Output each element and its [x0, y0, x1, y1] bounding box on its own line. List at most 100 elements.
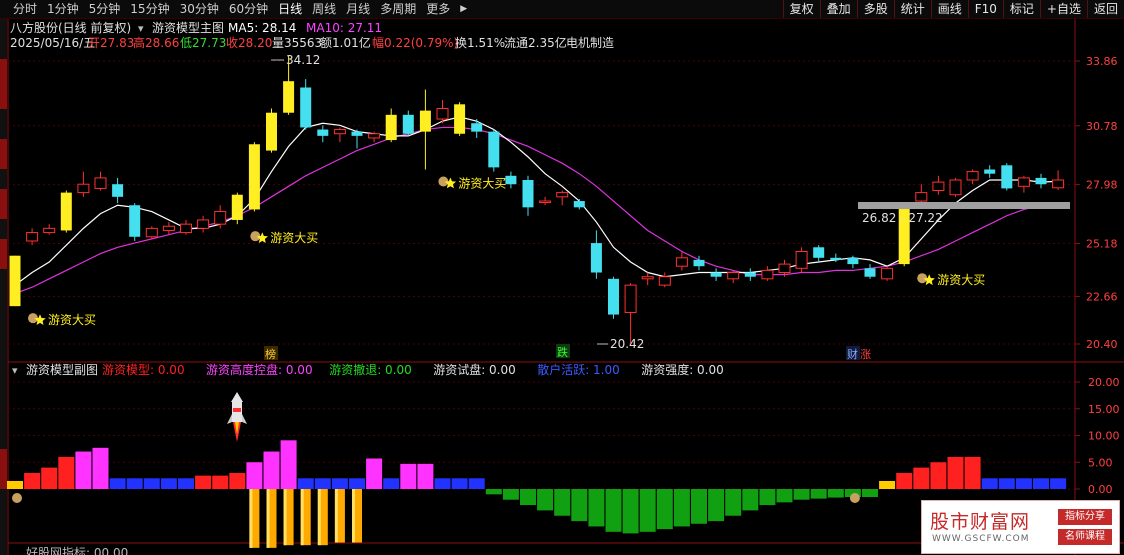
sub-legend-item-3: 游资试盘: 0.00: [433, 362, 516, 377]
candle-body: [710, 272, 722, 277]
sub-bar: [229, 472, 246, 489]
candle-body: [248, 144, 260, 210]
candle-body: [864, 268, 876, 277]
info-high: 高28.66: [133, 35, 179, 50]
orange-bar-highlight: [317, 489, 321, 546]
candles: [9, 55, 1065, 344]
candle-body: [333, 129, 346, 135]
candle-body: [1001, 165, 1013, 189]
main-indicator-name[interactable]: 游资模型主图: [152, 21, 224, 35]
candle-body: [43, 227, 56, 234]
sub-bar: [520, 489, 536, 506]
sub-bar: [622, 489, 639, 534]
money-bag-icon: [849, 493, 860, 503]
sub-tick-label: 10.00: [1088, 430, 1120, 443]
candle-body: [1052, 179, 1065, 189]
sub-bar: [708, 489, 725, 522]
buy-signal-label: 游资大买: [270, 231, 318, 245]
buy-signal-label: 游资大买: [48, 313, 96, 327]
buy-signal-label: 游资大买: [937, 273, 985, 287]
candle-body: [984, 169, 996, 174]
candle-body: [693, 259, 705, 267]
sub-bar: [400, 463, 417, 489]
sub-bar: [827, 489, 844, 498]
info-low: 低27.73: [180, 36, 226, 50]
candle-body: [317, 129, 329, 136]
sub-bar: [537, 489, 554, 511]
stock-title: 八方股份(日线 前复权): [10, 20, 131, 35]
event-bang[interactable]: 榜: [265, 347, 276, 361]
info-turnover: 换1.51%: [455, 36, 505, 50]
price-tick-label: 25.18: [1086, 237, 1118, 250]
candle-body: [180, 223, 192, 234]
sub-bar: [246, 462, 263, 489]
candle-body: [77, 183, 90, 194]
resistance-band: [858, 202, 1070, 209]
sub-legend-item-1: 游资高度控盘: 0.00: [206, 362, 313, 377]
candle-body: [830, 257, 842, 260]
sub-bar: [691, 489, 707, 524]
sub-bar: [947, 456, 964, 489]
sub-bar: [7, 480, 23, 489]
candle-body: [795, 250, 808, 269]
orange-bar-highlight: [300, 489, 304, 546]
candle-body: [778, 263, 791, 274]
orange-bar-highlight: [266, 489, 270, 548]
info-date: 2025/05/16/五: [10, 36, 95, 50]
sub-legend-item-2: 游资撤退: 0.00: [329, 362, 412, 377]
candle-body: [60, 192, 72, 231]
sub-legend: 游资模型: 0.00 游资高度控盘: 0.00 游资撤退: 0.00 游资试盘: 0.…: [102, 362, 724, 377]
sub-bar: [195, 475, 212, 489]
sub-bars: [7, 440, 1067, 548]
candle-body: [556, 192, 569, 198]
orange-bar-highlight: [334, 489, 338, 543]
sub-bar: [776, 489, 793, 503]
chart-canvas[interactable]: 八方股份(日线 前复权) ▾ 游资模型主图 MA5: 28.14 MA10: 2…: [0, 0, 1124, 555]
bottom-sub-title: 好股网指标: 00.00: [26, 545, 128, 555]
sub-legend-item-4: 散户活跃: 1.00: [537, 362, 620, 377]
candle-body: [658, 276, 671, 286]
rocket-icon: [227, 392, 247, 442]
sub-bar: [742, 489, 759, 511]
event-die[interactable]: 跌: [557, 345, 568, 359]
sub-bar: [998, 478, 1015, 489]
info-float: 流通2.35亿: [504, 35, 567, 50]
dropdown-icon[interactable]: ▾: [138, 22, 144, 35]
price-tick-label: 22.66: [1086, 290, 1118, 303]
info-volume: 量35563: [272, 36, 322, 50]
sub-bar: [126, 478, 143, 489]
candle-body: [26, 232, 39, 242]
candle-body: [488, 131, 500, 168]
sub-bar: [605, 489, 622, 532]
sub-bar: [109, 478, 126, 489]
sub-tick-label: 5.00: [1088, 456, 1113, 469]
sub-bar: [178, 478, 194, 489]
candle-body: [283, 81, 295, 113]
candle-body: [1035, 177, 1047, 185]
candle-body: [847, 257, 859, 265]
sub-bar: [879, 480, 896, 489]
event-zhang[interactable]: 涨: [860, 348, 871, 361]
low-mark: 20.42: [610, 337, 644, 351]
sub-bar: [981, 478, 998, 489]
sub-title[interactable]: 游资模型副图: [26, 363, 98, 377]
sub-legend-item-5: 游资强度: 0.00: [641, 362, 724, 377]
sub-dropdown-icon[interactable]: ▾: [12, 364, 18, 377]
sub-bar: [58, 456, 75, 489]
candle-body: [727, 272, 740, 280]
candle-body: [266, 112, 277, 151]
range-label: 26.82 - 27.22: [862, 211, 943, 225]
sub-bar: [1050, 478, 1067, 489]
info-open: 开27.83: [88, 36, 134, 50]
candle-body: [471, 123, 483, 132]
candle-body: [932, 181, 945, 192]
sub-bar: [862, 489, 878, 498]
price-tick-label: 20.40: [1086, 338, 1118, 351]
sub-tick-label: 0.00: [1088, 483, 1113, 496]
candle-body: [385, 114, 397, 141]
info-change: 幅0.22(0.79%): [372, 35, 458, 50]
candle-body: [129, 205, 141, 237]
price-tick-label: 33.86: [1086, 55, 1118, 68]
event-cai[interactable]: 财: [847, 347, 858, 361]
candle-body: [214, 211, 227, 225]
